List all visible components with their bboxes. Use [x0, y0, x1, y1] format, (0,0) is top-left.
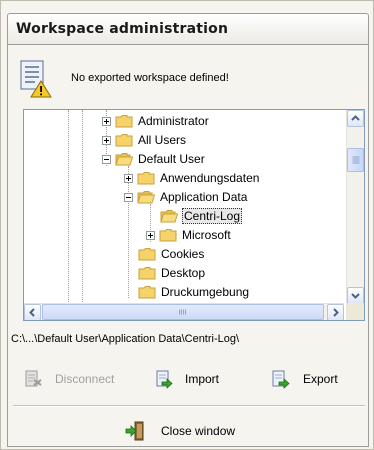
- chevron-right-icon: [333, 308, 339, 317]
- horizontal-scroll-thumb[interactable]: [42, 304, 324, 320]
- collapse-icon[interactable]: [102, 154, 111, 164]
- status-message-text: No exported workspace defined!: [71, 72, 229, 84]
- import-button[interactable]: Import: [153, 367, 219, 391]
- folder-open-icon: [160, 209, 179, 223]
- tree-node-label: Microsoft: [182, 228, 231, 242]
- workspace-admin-window: Workspace administration No exported wor…: [0, 0, 374, 450]
- horizontal-scrollbar[interactable]: [24, 303, 344, 320]
- scroll-up-button[interactable]: [347, 110, 364, 127]
- chevron-down-icon: [351, 293, 360, 299]
- folder-icon: [115, 114, 133, 128]
- status-message: No exported workspace defined!: [19, 59, 349, 99]
- chevron-up-icon: [351, 115, 360, 121]
- folder-open-icon: [115, 152, 134, 166]
- tree-node-anwendungsdaten[interactable]: Anwendungsdaten: [124, 169, 260, 187]
- divider: [13, 405, 365, 407]
- tree-node-label: All Users: [138, 133, 187, 147]
- selected-path: C:\...\Default User\Application Data\Cen…: [11, 333, 240, 345]
- folder-icon: [137, 171, 155, 185]
- tree-node-all-users[interactable]: All Users: [102, 131, 187, 149]
- folder-icon: [138, 266, 156, 280]
- tree-node-label: Default User: [138, 152, 205, 166]
- tree-node-microsoft[interactable]: Microsoft: [146, 226, 232, 244]
- scrollbar-corner: [346, 303, 364, 320]
- window-title: Workspace administration: [16, 21, 229, 37]
- tree-node-label: Anwendungsdaten: [160, 171, 260, 185]
- collapse-icon[interactable]: [124, 192, 133, 202]
- tree-node-default-user[interactable]: Default User: [102, 150, 206, 168]
- export-icon: [271, 369, 291, 389]
- tree-node-label: Cookies: [161, 247, 205, 261]
- tree-node-label: Desktop: [161, 266, 206, 280]
- import-icon: [153, 369, 173, 389]
- folder-icon: [159, 228, 177, 242]
- folder-icon: [138, 285, 156, 299]
- tree-node-druckumgebung[interactable]: Druckumgebung: [138, 283, 250, 301]
- folder-icon: [115, 133, 133, 147]
- folder-tree[interactable]: Administrator All Users Default User Anw…: [23, 109, 365, 321]
- expand-icon[interactable]: [102, 135, 111, 145]
- disconnect-button[interactable]: Disconnect: [23, 367, 114, 391]
- chevron-left-icon: [29, 308, 35, 317]
- export-button[interactable]: Export: [271, 367, 338, 391]
- vertical-scrollbar[interactable]: [346, 110, 364, 304]
- action-toolbar: Disconnect Import Export: [23, 367, 363, 393]
- expand-icon[interactable]: [102, 116, 111, 126]
- tree-node-label: Druckumgebung: [161, 285, 250, 299]
- folder-icon: [138, 247, 156, 261]
- export-label: Export: [303, 372, 338, 386]
- tree-node-desktop[interactable]: Desktop: [138, 264, 206, 282]
- document-warning-icon: [20, 60, 52, 98]
- expand-icon[interactable]: [124, 173, 133, 183]
- disconnect-icon: [23, 369, 43, 389]
- tree-node-label: Centri-Log: [182, 208, 243, 224]
- scroll-right-button[interactable]: [327, 304, 344, 320]
- tree-node-administrator[interactable]: Administrator: [102, 112, 210, 130]
- folder-open-icon: [137, 190, 156, 204]
- tree-node-cookies[interactable]: Cookies: [138, 245, 205, 263]
- tree-node-label: Application Data: [160, 190, 248, 204]
- tree-viewport: Administrator All Users Default User Anw…: [24, 110, 344, 304]
- close-window-button[interactable]: Close window: [125, 419, 235, 443]
- vertical-scroll-thumb[interactable]: [347, 148, 364, 172]
- tree-node-centri-log[interactable]: Centri-Log: [160, 207, 243, 225]
- expand-icon[interactable]: [146, 230, 155, 240]
- tree-node-application-data[interactable]: Application Data: [124, 188, 248, 206]
- disconnect-label: Disconnect: [55, 372, 115, 386]
- close-window-label: Close window: [161, 424, 236, 438]
- scroll-down-button[interactable]: [347, 287, 364, 304]
- title-bar: Workspace administration: [7, 13, 369, 45]
- tree-node-label: Administrator: [138, 114, 209, 128]
- scroll-left-button[interactable]: [24, 304, 41, 320]
- exit-door-icon: [125, 421, 145, 441]
- import-label: Import: [185, 372, 220, 386]
